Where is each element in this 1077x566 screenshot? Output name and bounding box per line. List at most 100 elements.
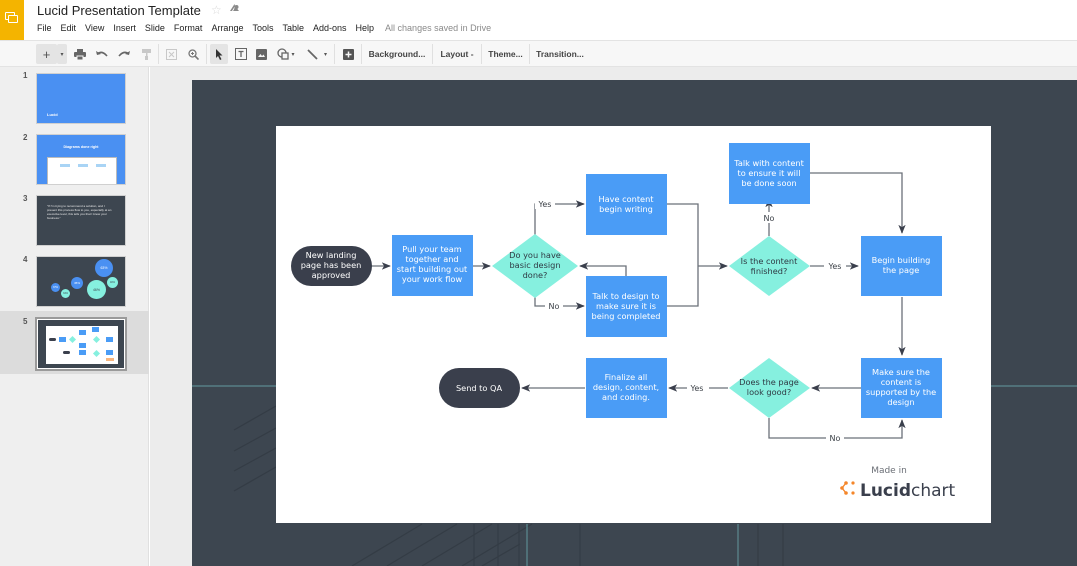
node-line: being completed (592, 311, 661, 321)
node-line: look good? (747, 387, 791, 397)
new-slide-layout-dropdown[interactable]: ▾ (57, 44, 67, 64)
decorative-diagonal-line (386, 523, 458, 566)
paint-format-button[interactable] (139, 44, 153, 64)
lucidchart-logo-icon (840, 481, 855, 495)
menu-format[interactable]: Format (174, 23, 203, 33)
node-line: Do you have (509, 250, 561, 260)
zoom-button[interactable] (185, 44, 201, 64)
select-tool-button[interactable] (210, 44, 228, 64)
menu-view[interactable]: View (85, 23, 104, 33)
node-line: Begin building (872, 255, 931, 265)
process-finalize[interactable]: Finalize all design, content, and coding… (586, 358, 667, 418)
slide-thumbnail[interactable] (35, 317, 127, 371)
decorative-diagonal-line (421, 523, 493, 566)
terminal-start[interactable]: New landing page has been approved (291, 246, 372, 286)
decorative-diagonal-line (233, 427, 277, 452)
dropdown-arrow-icon: ▾ (323, 51, 327, 58)
node-line: make sure it is (596, 301, 656, 311)
process-talk-design[interactable]: Talk to design to make sure it is being … (586, 276, 667, 337)
node-line: your work flow (402, 274, 463, 284)
line-icon (307, 48, 318, 60)
theme-button[interactable]: Theme... (484, 44, 527, 64)
process-talk-content[interactable]: Talk with content to ensure it will be d… (729, 143, 810, 204)
drive-folder-icon[interactable] (229, 3, 240, 16)
fit-button[interactable] (163, 44, 179, 64)
filmstrip-slide-2[interactable]: 2 Diagrams done right (0, 129, 149, 190)
node-line: Is the content (741, 256, 798, 266)
shape-button[interactable]: ▾ (274, 44, 298, 64)
slide-number: 2 (23, 133, 28, 142)
decision-basic-design[interactable]: Do you have basic design done? (492, 234, 578, 298)
slide-thumbnail[interactable]: Diagrams done right (36, 134, 126, 185)
menu-file[interactable]: File (37, 23, 52, 33)
menu-add-ons[interactable]: Add-ons (313, 23, 347, 33)
slide-number: 5 (23, 317, 28, 326)
lucidchart-wordmark: Lucidchart (860, 481, 956, 501)
menu-insert[interactable]: Insert (113, 23, 136, 33)
text-box-button[interactable] (232, 44, 249, 64)
screenshot-graphic (47, 157, 117, 184)
decision-page-good[interactable]: Does the page look good? (729, 358, 810, 418)
filmstrip-slide-1[interactable]: 1 Lucid (0, 67, 149, 129)
text-box-icon (234, 48, 247, 60)
node-line: content is (881, 377, 922, 387)
slide-number: 3 (23, 194, 28, 203)
slide-thumbnail[interactable]: "If I'm trying to recommend a solution, … (36, 195, 126, 246)
node-line: page has been (301, 260, 362, 270)
node-line: be done soon (741, 178, 796, 188)
line-button[interactable]: ▾ (303, 44, 331, 64)
node-line: finished? (751, 266, 788, 276)
bubble: 37% (51, 283, 60, 292)
edge-label-yes: Yes (538, 200, 552, 209)
menu-slide[interactable]: Slide (145, 23, 165, 33)
redo-button[interactable] (116, 44, 132, 64)
decorative-diagonal-line (233, 405, 277, 431)
transition-button[interactable]: Transition... (532, 44, 588, 64)
star-icon[interactable]: ☆ (211, 3, 222, 17)
flowchart-canvas: Yes No No Yes Yes No New landing page ha… (276, 126, 991, 523)
menu-table[interactable]: Table (282, 23, 304, 33)
decorative-diagonal-line (461, 523, 533, 566)
menu-help[interactable]: Help (356, 23, 375, 33)
menu-tools[interactable]: Tools (252, 23, 273, 33)
zoom-icon (187, 48, 199, 60)
slides-logo-icon[interactable] (0, 0, 24, 40)
connector-merge (667, 203, 699, 307)
image-button[interactable] (253, 44, 270, 64)
node-line: start building out (397, 264, 468, 274)
background-button[interactable]: Background... (364, 44, 430, 64)
thumbnail-caption: "If I'm trying to recommend a solution, … (47, 204, 112, 220)
node-line: Send to QA (456, 383, 502, 393)
toolbar-divider (481, 44, 482, 64)
node-line: design, content, (593, 382, 659, 392)
process-have-content[interactable]: Have content begin writing (586, 174, 667, 235)
print-button[interactable] (72, 44, 88, 64)
document-title[interactable]: Lucid Presentation Template (37, 3, 201, 18)
menu-edit[interactable]: Edit (61, 23, 77, 33)
process-pull-team[interactable]: Pull your team together and start buildi… (392, 235, 473, 296)
layout-button[interactable]: Layout - (435, 44, 479, 64)
bubble: 34% (61, 289, 70, 298)
decorative-diagonal-line (233, 466, 277, 492)
menu-arrange[interactable]: Arrange (211, 23, 243, 33)
filmstrip-slide-3[interactable]: 3 "If I'm trying to recommend a solution… (0, 190, 149, 250)
process-make-sure-content[interactable]: Make sure the content is supported by th… (861, 358, 942, 418)
filmstrip-slide-5[interactable]: 5 (0, 311, 149, 374)
lucidchart-branding: Made in Lucidchart (840, 466, 956, 501)
toolbar-divider (334, 44, 335, 64)
node-line: Does the page (739, 377, 799, 387)
add-comment-button[interactable] (339, 44, 357, 64)
terminal-send-to-qa[interactable]: Send to QA (439, 368, 520, 408)
menu-bar: File Edit View Insert Slide Format Arran… (37, 23, 491, 33)
wordmark-bold: Lucid (860, 481, 911, 501)
toolbar: + ▾ ▾ ▾ Background... Layout - Theme... … (0, 40, 1077, 67)
process-begin-building[interactable]: Begin building the page (861, 236, 942, 296)
add-comment-icon (342, 48, 354, 60)
new-slide-button[interactable]: + (36, 44, 57, 64)
decorative-diagonal-line (351, 523, 423, 566)
undo-button[interactable] (94, 44, 110, 64)
decision-content-finished[interactable]: Is the content finished? (729, 236, 810, 296)
slide-thumbnail[interactable]: 63% 45% 37% 46% 40% 34% (36, 256, 126, 307)
slide-thumbnail[interactable]: Lucid (36, 73, 126, 124)
filmstrip-slide-4[interactable]: 4 63% 45% 37% 46% 40% 34% (0, 250, 149, 311)
